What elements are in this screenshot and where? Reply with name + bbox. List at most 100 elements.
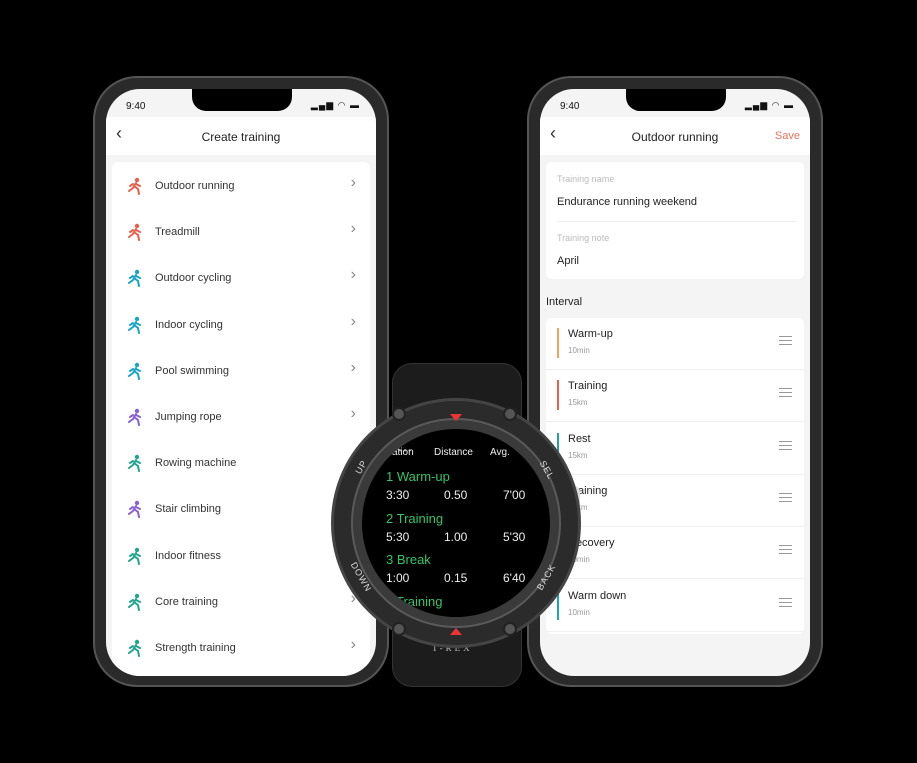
screw	[503, 407, 517, 421]
phone-screen: 9:40 ▂▄▆ ◠ ▬ ‹ Outdoor running Save Trai…	[540, 89, 810, 676]
save-button[interactable]: Save	[775, 130, 800, 142]
header: ‹ Outdoor running Save	[540, 117, 810, 155]
treadmill-icon	[128, 223, 141, 242]
swimming-icon	[128, 362, 141, 380]
core-icon	[128, 593, 141, 611]
item-label: Pool swimming	[155, 364, 229, 377]
chevron-right-icon: ›	[350, 174, 356, 191]
interval-heading: Interval	[546, 296, 583, 308]
interval-item[interactable]: Recovery 10min	[546, 527, 804, 580]
col-header-avg: Avg.	[490, 447, 510, 458]
screw	[503, 622, 517, 636]
fitness-icon	[128, 547, 141, 565]
jump-rope-icon	[128, 408, 141, 426]
training-type-item[interactable]: Jumping rope ›	[112, 394, 370, 440]
interval-list: Warm-up 10min Training 15km Rest 15km Training…	[546, 318, 804, 634]
cycling-icon	[128, 270, 141, 288]
interval-duration: 3:30	[386, 488, 410, 502]
divider	[557, 221, 796, 222]
screw	[392, 622, 406, 636]
drag-handle-icon[interactable]	[779, 492, 792, 502]
training-type-item[interactable]: Core training ›	[112, 579, 370, 625]
interval-item[interactable]: Training15km	[546, 475, 804, 527]
interval-distance: 1.00	[444, 529, 468, 544]
phone-create-training: 9:40 ▂▄▆ ◠ ▬ ‹ Create training Outdoor r…	[93, 76, 389, 687]
item-label: Outdoor cycling	[155, 272, 232, 285]
interval-title: 3 Break	[386, 552, 431, 567]
dumbbell-icon	[128, 639, 141, 657]
training-type-item[interactable]: Strength training ›	[112, 625, 370, 671]
training-type-item[interactable]: Indoor cycling ›	[112, 302, 370, 348]
item-label: Strength training	[155, 642, 236, 654]
interval-avg-pace: 5'30	[503, 529, 526, 544]
drag-handle-icon[interactable]	[779, 388, 792, 398]
interval-color-bar	[557, 328, 559, 358]
status-time: 9:40	[560, 101, 580, 112]
drag-handle-icon[interactable]	[779, 545, 792, 555]
interval-name: Training	[568, 380, 608, 393]
phone-screen: 9:40 ▂▄▆ ◠ ▬ ‹ Create training Outdoor r…	[106, 89, 376, 676]
watch-display: •••• ation Distance Avg. 1 Warm-up 3:30 0.…	[362, 429, 550, 617]
interval-value: 15km	[568, 398, 588, 408]
interval-item[interactable]: Warm-up 10min	[546, 318, 804, 370]
interval-duration: 1:00	[386, 571, 410, 585]
item-label: Treadmill	[155, 226, 200, 239]
page-title: Create training	[201, 130, 281, 144]
interval-name: Rest	[568, 432, 591, 445]
stairs-icon	[128, 501, 141, 519]
item-label: Rowing machine	[155, 457, 237, 470]
notch	[192, 89, 292, 111]
interval-title: 1 Warm-up	[386, 469, 450, 484]
notch	[626, 89, 726, 111]
item-label: Core training	[155, 595, 218, 608]
training-type-item[interactable]: Rowing machine›	[112, 440, 370, 486]
phone-outdoor-running: 9:40 ▂▄▆ ◠ ▬ ‹ Outdoor running Save Trai…	[527, 76, 823, 687]
training-name-label: Training name	[557, 174, 615, 184]
col-header-distance: Distance	[434, 447, 473, 458]
interval-distance: 0.50	[444, 488, 468, 502]
interval-name: Warm-up	[568, 328, 613, 340]
page-title: Outdoor running	[631, 130, 719, 144]
item-label: Outdoor running	[155, 180, 235, 192]
col-header-duration: ation	[392, 447, 414, 458]
indoor-cycling-icon	[128, 316, 141, 334]
interval-avg-pace: 7'00	[503, 488, 526, 502]
interval-value: 10min	[568, 607, 590, 617]
chevron-right-icon: ›	[350, 636, 356, 653]
item-label: Indoor fitness	[155, 549, 222, 562]
training-type-item[interactable]: Outdoor running ›	[112, 163, 370, 209]
interval-duration: 5:30	[386, 529, 410, 544]
item-label: Jumping rope	[155, 411, 222, 423]
training-note-label: Training note	[557, 233, 610, 243]
drag-handle-icon[interactable]	[779, 597, 792, 607]
drag-handle-icon[interactable]	[779, 440, 792, 450]
screw	[392, 407, 406, 421]
item-label: Stair climbing	[155, 503, 222, 516]
status-icons: ▂▄▆ ◠ ▬	[310, 100, 360, 110]
interval-item[interactable]: Warm down 10min	[546, 580, 804, 632]
interval-item[interactable]: Rest 15km	[546, 423, 804, 475]
chevron-right-icon: ›	[350, 312, 356, 330]
interval-title: 2 Training	[386, 510, 444, 526]
running-icon	[128, 177, 141, 195]
item-label: Indoor cycling	[155, 318, 223, 331]
training-type-item[interactable]: Outdoor cycling ›	[112, 255, 370, 301]
interval-color-bar	[557, 380, 559, 411]
interval-item[interactable]: Training 15km	[546, 370, 804, 423]
rowing-icon	[128, 454, 141, 473]
training-name-input[interactable]: Endurance running weekend	[557, 196, 697, 208]
header: ‹ Create training	[106, 117, 376, 155]
training-note-input[interactable]: April	[557, 255, 579, 267]
training-type-item[interactable]: Pool swimming ›	[112, 348, 370, 394]
drag-handle-icon[interactable]	[779, 336, 792, 345]
interval-distance: 0.15	[444, 571, 468, 585]
training-type-item[interactable]: Treadmill ›	[112, 209, 370, 255]
interval-value: 15km	[568, 450, 588, 460]
bezel-marker-top	[450, 414, 462, 421]
chevron-right-icon: ›	[350, 220, 356, 238]
interval-name: Warm down	[568, 589, 627, 602]
interval-avg-pace: 6'40	[503, 571, 526, 585]
interval-title: Training	[396, 594, 443, 609]
chevron-right-icon: ›	[350, 405, 356, 422]
chevron-right-icon: ›	[350, 358, 356, 376]
